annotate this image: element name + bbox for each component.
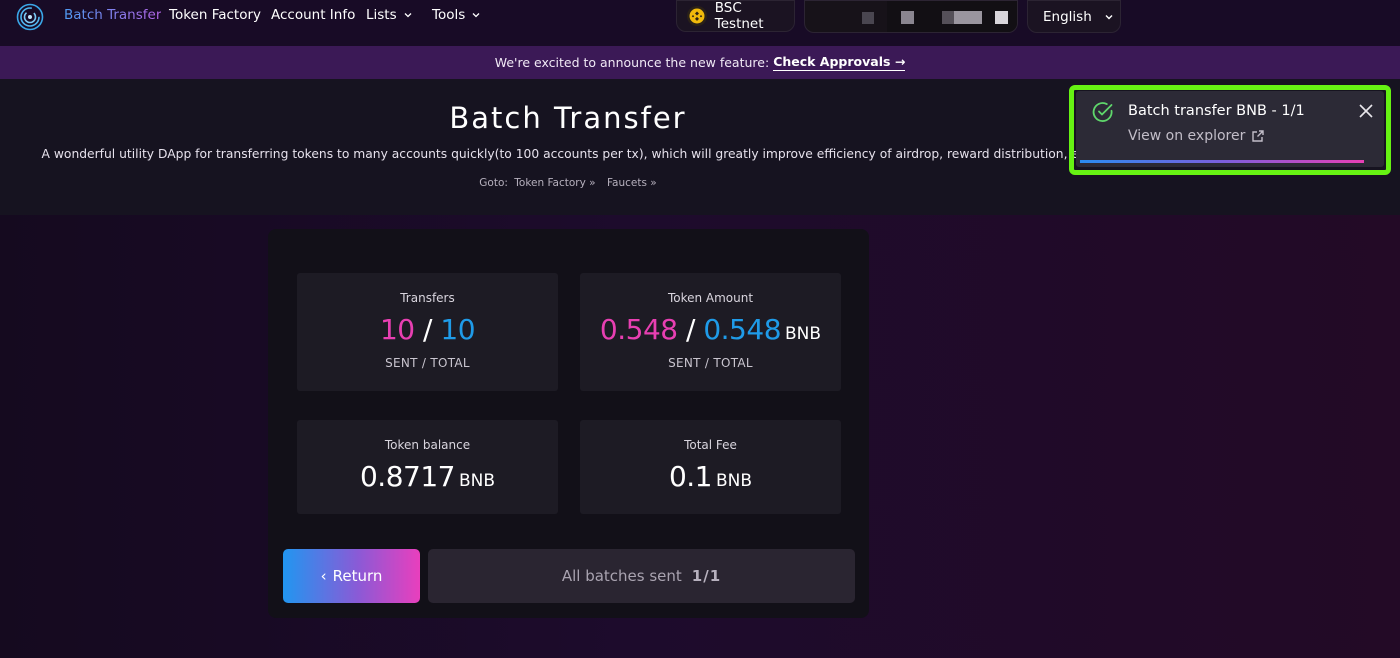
transfers-value: 10 / 10 [297, 313, 558, 346]
token-balance-stat: Token balance 0.8717 BNB [297, 420, 558, 514]
top-navbar: Batch Transfer Token Factory Account Inf… [0, 0, 1400, 46]
announcement-bar: We're excited to announce the new featur… [0, 46, 1400, 79]
check-approvals-label: Check Approvals [773, 54, 891, 69]
total-fee-value: 0.1 BNB [580, 460, 841, 493]
transfers-label: Transfers [400, 291, 455, 305]
token-amount-label: Token Amount [667, 291, 754, 305]
nav-lists-label: Lists [366, 7, 397, 23]
language-selector-button[interactable]: English [1027, 0, 1121, 33]
close-icon[interactable] [1358, 103, 1374, 119]
arrow-right-icon: → [894, 54, 906, 69]
success-toast: Batch transfer BNB - 1/1 View on explore… [1076, 91, 1384, 167]
chevron-down-icon [472, 13, 480, 18]
transfer-summary-card: Transfers 10 / 10 SENT / TOTAL Token Amo… [268, 229, 869, 618]
language-label: English [1043, 8, 1092, 25]
toast-title: Batch transfer BNB - 1/1 [1128, 103, 1305, 119]
app-logo-icon[interactable] [16, 3, 44, 31]
view-on-explorer-link[interactable]: View on explorer [1128, 128, 1265, 144]
token-amount-sub: SENT / TOTAL [668, 356, 753, 370]
token-amount-value: 0.548 / 0.548 BNB [580, 313, 841, 346]
transfers-sub: SENT / TOTAL [385, 356, 470, 370]
total-fee-unit: BNB [715, 471, 753, 491]
return-button-label: Return [332, 567, 383, 585]
transfers-stat: Transfers 10 / 10 SENT / TOTAL [297, 273, 558, 391]
page-description: A wonderful utility DApp for transferrin… [41, 147, 1095, 161]
redaction-block [954, 11, 982, 24]
nav-tools-dropdown[interactable]: Tools [432, 7, 481, 23]
external-link-icon [1252, 130, 1265, 142]
return-button[interactable]: ‹ Return [283, 549, 420, 603]
chevron-down-icon [404, 13, 412, 18]
total-fee-amount: 0.1 [668, 460, 713, 493]
goto-links: Goto: Token Factory » Faucets » [0, 177, 1136, 189]
all-batches-sent-label: All batches sent [561, 567, 682, 585]
transfers-sent: 10 [379, 313, 415, 346]
nav-lists-dropdown[interactable]: Lists [366, 7, 413, 23]
redaction-block [901, 11, 914, 24]
goto-token-factory-link[interactable]: Token Factory » [514, 177, 595, 189]
token-amount-total: 0.548 [703, 313, 782, 346]
nav-tools-label: Tools [432, 7, 466, 23]
nav-batch-transfer-label: Batch Transfer [64, 7, 162, 23]
nav-account-info-label: Account Info [271, 7, 356, 23]
page-title: Batch Transfer [449, 101, 687, 135]
token-amount-separator: / [686, 313, 695, 346]
redaction-block [942, 11, 954, 24]
nav-account-info[interactable]: Account Info [271, 7, 355, 23]
nav-token-factory[interactable]: Token Factory [169, 7, 261, 23]
nav-batch-transfer[interactable]: Batch Transfer [64, 7, 161, 23]
check-circle-icon [1092, 102, 1113, 122]
all-batches-sent-button[interactable]: All batches sent 1/1 [428, 549, 855, 603]
total-fee-stat: Total Fee 0.1 BNB [580, 420, 841, 514]
redaction-block [862, 12, 874, 24]
transfers-separator: / [423, 313, 432, 346]
batches-count: 1/1 [691, 567, 722, 585]
token-amount-stat: Token Amount 0.548 / 0.548 BNB SENT / TOT… [580, 273, 841, 391]
token-amount-sent: 0.548 [599, 313, 678, 346]
wallet-address-button[interactable] [804, 0, 1018, 33]
bnb-icon [687, 6, 707, 26]
network-selector-button[interactable]: BSC Testnet [676, 0, 795, 32]
chevron-left-icon: ‹ [320, 567, 327, 585]
token-balance-label: Token balance [384, 438, 471, 452]
token-balance-value: 0.8717 BNB [297, 460, 558, 493]
network-label: BSC Testnet [714, 0, 764, 32]
total-fee-label: Total Fee [684, 438, 737, 452]
token-amount-unit: BNB [785, 324, 822, 344]
token-balance-amount: 0.8717 [359, 460, 455, 493]
goto-label: Goto: [479, 177, 508, 189]
token-balance-unit: BNB [458, 471, 496, 491]
toast-progress-bar [1080, 160, 1364, 163]
chevron-down-icon [1105, 14, 1113, 19]
goto-faucets-link[interactable]: Faucets » [607, 177, 657, 189]
nav-token-factory-label: Token Factory [169, 7, 262, 23]
check-approvals-link[interactable]: Check Approvals → [773, 54, 906, 71]
redaction-block [995, 11, 1008, 24]
view-on-explorer-label: View on explorer [1128, 128, 1246, 144]
announcement-text: We're excited to announce the new featur… [494, 55, 770, 70]
transfers-total: 10 [440, 313, 476, 346]
